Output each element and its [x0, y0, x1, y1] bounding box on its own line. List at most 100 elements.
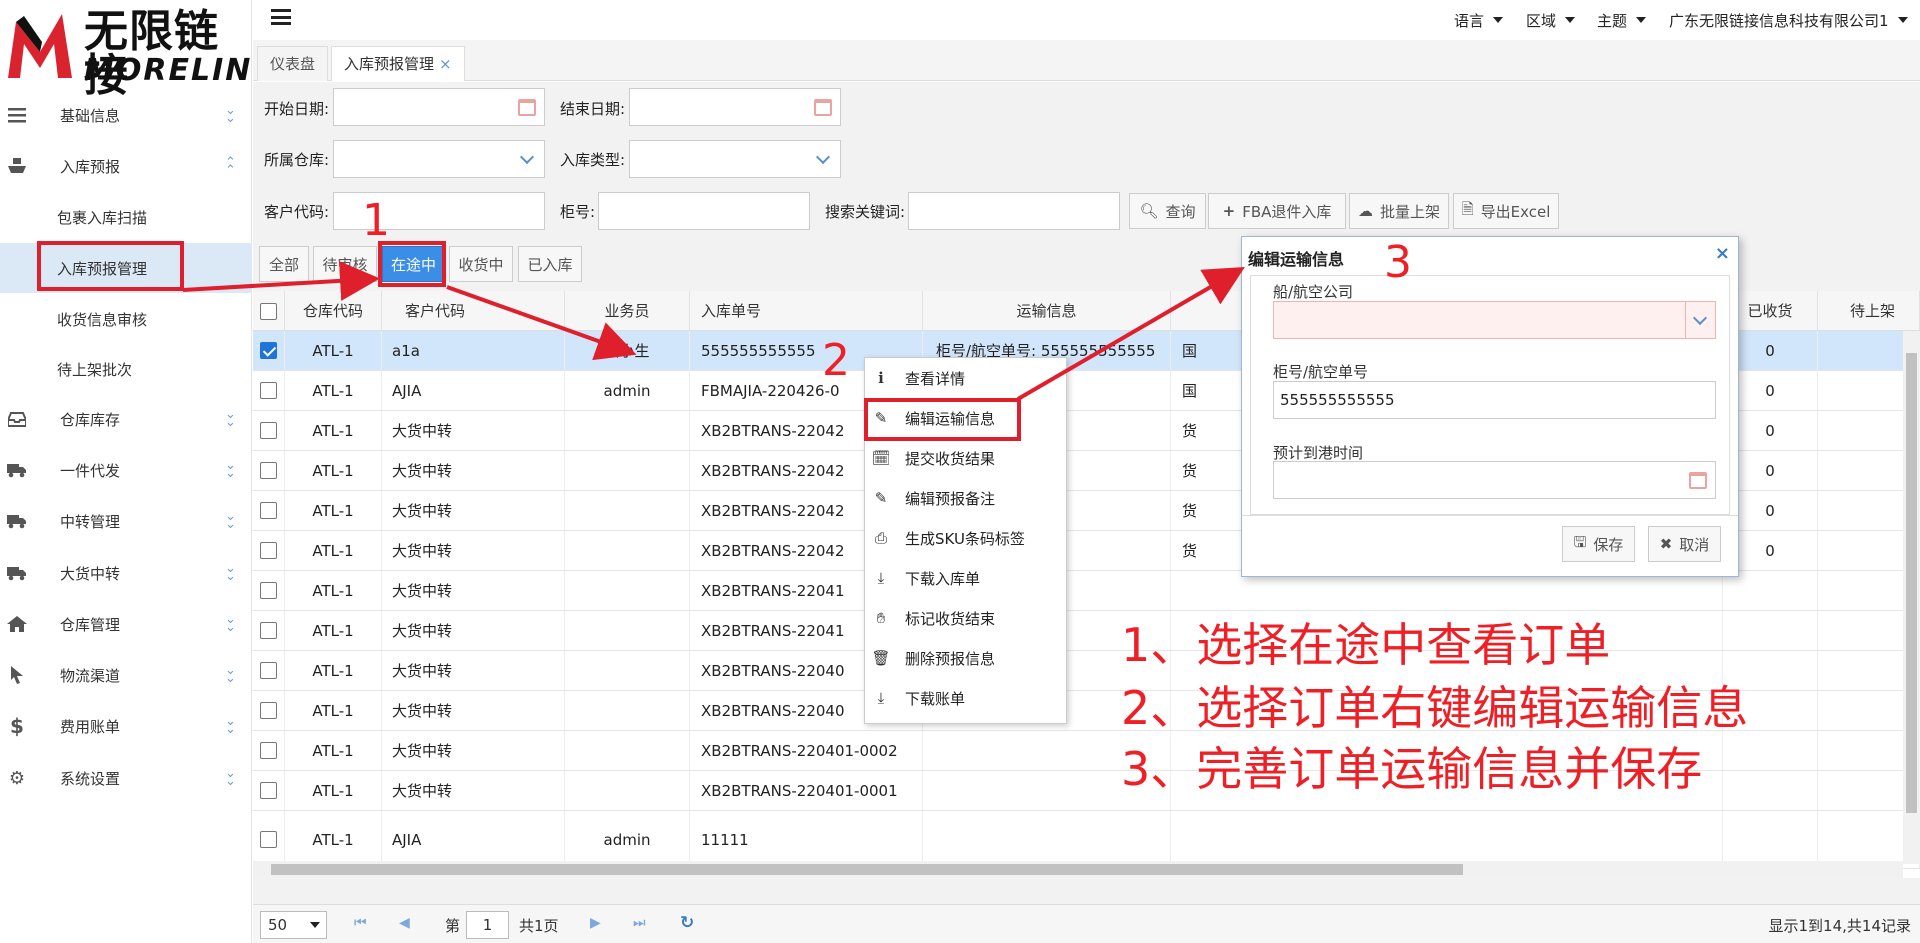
calendar-icon[interactable] — [518, 99, 536, 116]
row-checkbox[interactable] — [260, 831, 277, 848]
carrier-label: 船/航空公司 — [1273, 283, 1354, 301]
row-checkbox[interactable] — [260, 382, 277, 399]
sidebar-item-warehouse-management[interactable]: 仓库管理 ⌄ ⌄ — [0, 599, 252, 649]
language-dropdown[interactable]: 语言 — [1454, 10, 1504, 31]
refresh-icon[interactable]: ↻ — [680, 913, 694, 933]
sidebar-subitem-parcel-scan[interactable]: 包裹入库扫描 — [0, 192, 252, 242]
row-checkbox[interactable] — [260, 462, 277, 479]
row-checkbox[interactable] — [260, 782, 277, 799]
vertical-scrollbar-thumb[interactable] — [1906, 353, 1917, 813]
sidebar-item-system-settings[interactable]: ⚙ 系统设置 ⌄ ⌄ — [0, 753, 252, 803]
row-checkbox[interactable] — [260, 542, 277, 559]
sidebar-subitem-pending-shelving[interactable]: 待上架批次 — [0, 344, 252, 394]
sidebar-item-transit-management[interactable]: 中转管理 ⌄ ⌄ — [0, 496, 252, 546]
sidebar-item-warehouse-stock[interactable]: 仓库库存 ⌄ ⌄ — [0, 394, 252, 444]
keyword-input[interactable] — [908, 192, 1120, 230]
row-checkbox[interactable] — [260, 502, 277, 519]
column-header-transport[interactable]: 运输信息 — [923, 291, 1171, 331]
menu-item-view-details[interactable]: i 查看详情 — [865, 358, 1066, 398]
container-no-input[interactable]: 555555555555 — [1273, 381, 1716, 419]
cell-customer: 大货中转 — [382, 491, 565, 530]
batch-shelve-button[interactable]: ☁ 批量上架 — [1349, 193, 1449, 229]
menu-item-delete-forecast[interactable]: 🗑︎ 删除预报信息 — [865, 638, 1066, 678]
carrier-select[interactable] — [1273, 301, 1716, 339]
start-date-input[interactable] — [333, 88, 545, 126]
company-dropdown[interactable]: 广东无限链接信息科技有限公司1 — [1669, 10, 1908, 31]
sidebar-item-dropshipping[interactable]: 一件代发 ⌄ ⌄ — [0, 445, 252, 495]
row-checkbox[interactable] — [260, 622, 277, 639]
horizontal-scrollbar[interactable] — [253, 861, 1903, 878]
prev-page-icon[interactable]: ◀ — [399, 915, 410, 931]
row-checkbox[interactable] — [260, 342, 277, 359]
column-header-warehouse[interactable]: 仓库代码 — [285, 291, 382, 331]
cell-salesman — [565, 691, 690, 730]
menu-item-download-inbound[interactable]: ⤓ 下载入库单 — [865, 558, 1066, 598]
tab-bar: 仪表盘 入库预报管理 × — [253, 40, 1920, 81]
vertical-scrollbar[interactable] — [1903, 331, 1920, 864]
column-header-salesman[interactable]: 业务员 — [565, 291, 690, 331]
download-icon: ⤓ — [877, 689, 885, 707]
menu-item-download-bill[interactable]: ⤓ 下载账单 — [865, 678, 1066, 718]
menu-item-generate-sku-label[interactable]: ⎙ 生成SKU条码标签 — [865, 518, 1066, 558]
sidebar-item-billing[interactable]: $ 费用账单 ⌄ ⌄ — [0, 701, 252, 751]
status-tab-receiving[interactable]: 收货中 — [449, 246, 513, 282]
table-row[interactable]: ATL-1 大货中转 XB2BTRANS-22041 — [253, 611, 1920, 651]
region-label: 区域 — [1526, 12, 1557, 30]
calendar-icon[interactable] — [1689, 472, 1707, 489]
export-excel-button[interactable]: 🗎 导出Excel — [1453, 193, 1559, 229]
cell-salesman — [565, 771, 690, 810]
row-checkbox[interactable] — [260, 582, 277, 599]
sidebar-item-basic-info[interactable]: 基础信息 ⌄ ⌄ — [0, 90, 252, 140]
save-button[interactable]: 🖫 保存 — [1562, 526, 1635, 562]
sidebar-subitem-receipt-review[interactable]: 收货信息审核 — [0, 294, 252, 344]
column-header-order-no[interactable]: 入库单号 — [690, 291, 923, 331]
sidebar-item-inbound-forecast[interactable]: 入库预报 ⌃ ⌃ — [0, 141, 252, 191]
inbound-type-select[interactable] — [629, 140, 841, 178]
theme-dropdown[interactable]: 主题 — [1597, 10, 1647, 31]
row-checkbox[interactable] — [260, 742, 277, 759]
row-checkbox[interactable] — [260, 422, 277, 439]
inbound-type-label: 入库类型: — [560, 151, 626, 169]
row-checkbox[interactable] — [260, 702, 277, 719]
cancel-button[interactable]: ✖ 取消 — [1648, 526, 1721, 562]
fba-return-button[interactable]: + FBA退件入库 — [1208, 193, 1346, 229]
status-tab-label: 全部 — [268, 255, 299, 274]
query-button[interactable]: 🔍︎ 查询 — [1129, 193, 1206, 229]
first-page-icon[interactable]: ⏮ — [354, 915, 367, 931]
end-date-input[interactable] — [629, 88, 841, 126]
menu-icon — [6, 105, 28, 125]
last-page-icon[interactable]: ⏭ — [633, 915, 646, 931]
table-row[interactable]: ATL-1 大货中转 XB2BTRANS-22041 — [253, 571, 1920, 611]
tab-dashboard[interactable]: 仪表盘 — [257, 46, 329, 81]
container-no-input[interactable] — [598, 192, 810, 230]
carrier-select-toggle[interactable] — [1685, 302, 1715, 338]
column-header-pending-shelving[interactable]: 待上架 — [1818, 291, 1920, 331]
region-dropdown[interactable]: 区域 — [1526, 10, 1576, 31]
menu-item-edit-remark[interactable]: ✎ 编辑预报备注 — [865, 478, 1066, 518]
menu-item-mark-received[interactable]: ✋︎ 标记收货结束 — [865, 598, 1066, 638]
tab-label: 入库预报管理 — [344, 55, 435, 73]
horizontal-scrollbar-thumb[interactable] — [271, 864, 1463, 875]
status-tab-pending-review[interactable]: 待审核 — [313, 246, 377, 282]
hamburger-menu-icon[interactable] — [271, 9, 291, 25]
select-all-checkbox[interactable] — [260, 303, 277, 320]
status-tab-all[interactable]: 全部 — [259, 246, 309, 282]
menu-item-submit-receipt[interactable]: 🗓︎ 提交收货结果 — [865, 438, 1066, 478]
row-checkbox[interactable] — [260, 662, 277, 679]
next-page-icon[interactable]: ▶ — [590, 915, 601, 931]
cell-order-no: 11111 — [690, 811, 923, 868]
status-tab-received[interactable]: 已入库 — [518, 246, 582, 282]
column-header-customer[interactable]: 客户代码 — [382, 291, 565, 331]
sidebar-item-bulk-transit[interactable]: 大货中转 ⌄ ⌄ — [0, 548, 252, 598]
page-number-input[interactable]: 1 — [466, 911, 509, 939]
calendar-icon[interactable] — [814, 99, 832, 116]
save-label: 保存 — [1593, 535, 1624, 554]
tab-close-icon[interactable]: × — [439, 55, 452, 73]
cell-select — [253, 731, 285, 770]
tab-inbound-forecast-management[interactable]: 入库预报管理 × — [331, 46, 465, 81]
warehouse-select[interactable] — [333, 140, 545, 178]
close-icon[interactable]: × — [1715, 243, 1730, 264]
eta-input[interactable] — [1273, 461, 1716, 499]
page-size-select[interactable]: 50 — [260, 911, 327, 939]
sidebar-item-logistics-channel[interactable]: 物流渠道 ⌄ ⌄ — [0, 650, 252, 700]
